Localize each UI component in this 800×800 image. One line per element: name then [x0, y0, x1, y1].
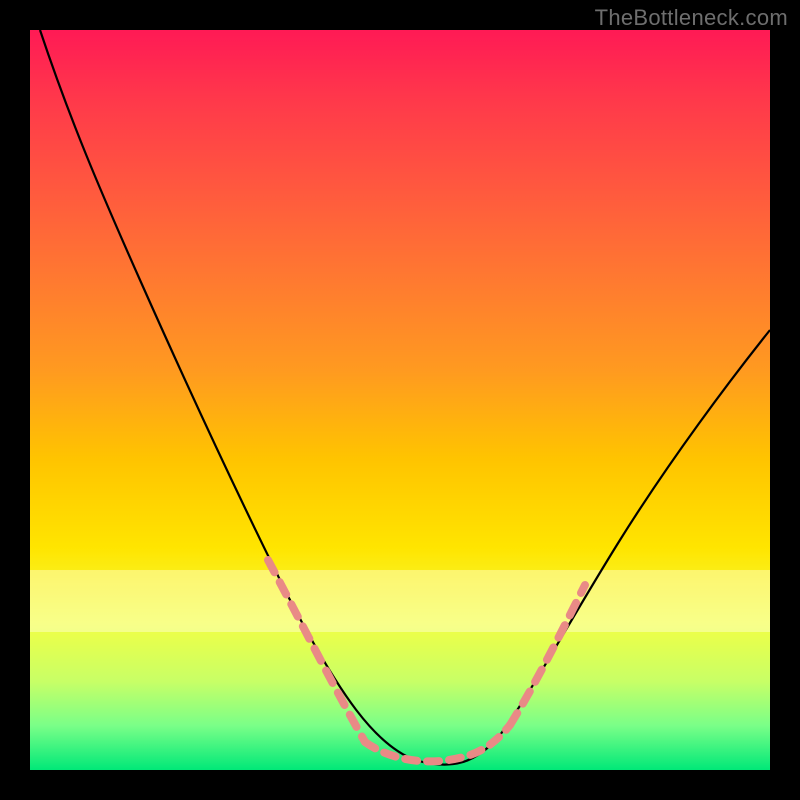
right-slope-highlight — [510, 585, 585, 725]
chart-frame: TheBottleneck.com — [0, 0, 800, 800]
left-slope-highlight — [268, 560, 365, 742]
curve-svg — [30, 30, 770, 770]
plot-area — [30, 30, 770, 770]
bottleneck-curve — [40, 30, 770, 765]
watermark: TheBottleneck.com — [595, 5, 788, 31]
